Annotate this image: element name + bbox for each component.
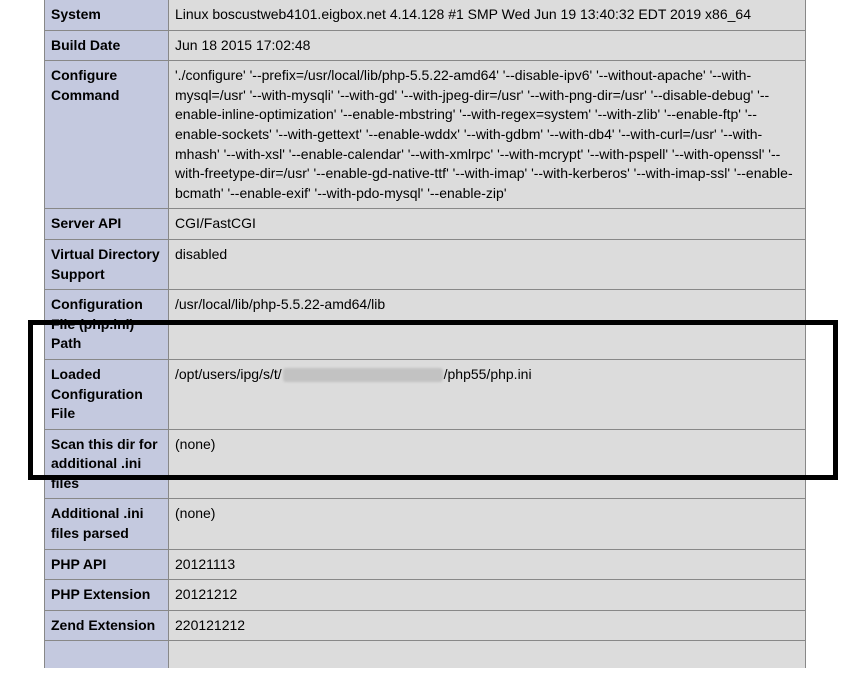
table-row: PHP API 20121113 — [45, 549, 806, 580]
value-php-api: 20121113 — [169, 549, 806, 580]
label-cutoff — [45, 641, 169, 668]
table-row: Scan this dir for additional .ini files … — [45, 429, 806, 499]
value-server-api: CGI/FastCGI — [169, 209, 806, 240]
table-row: Build Date Jun 18 2015 17:02:48 — [45, 30, 806, 61]
value-zend-extension: 220121212 — [169, 610, 806, 641]
label-loaded-config-file: Loaded Configuration File — [45, 359, 169, 429]
table-row: System Linux boscustweb4101.eigbox.net 4… — [45, 0, 806, 30]
label-additional-ini: Additional .ini files parsed — [45, 499, 169, 549]
value-virtual-directory-support: disabled — [169, 239, 806, 289]
label-system: System — [45, 0, 169, 30]
label-server-api: Server API — [45, 209, 169, 240]
value-build-date: Jun 18 2015 17:02:48 — [169, 30, 806, 61]
value-config-file-path: /usr/local/lib/php-5.5.22-amd64/lib — [169, 290, 806, 360]
label-virtual-directory-support: Virtual Directory Support — [45, 239, 169, 289]
phpinfo-table-container: System Linux boscustweb4101.eigbox.net 4… — [0, 0, 850, 668]
label-scan-dir: Scan this dir for additional .ini files — [45, 429, 169, 499]
table-row: Loaded Configuration File /opt/users/ipg… — [45, 359, 806, 429]
table-row: Additional .ini files parsed (none) — [45, 499, 806, 549]
loaded-config-prefix: /opt/users/ipg/s/t/ — [175, 366, 282, 382]
table-row: Configure Command './configure' '--prefi… — [45, 61, 806, 209]
value-loaded-config-file: /opt/users/ipg/s/t/ /php55/php.ini — [169, 359, 806, 429]
table-row: Zend Extension 220121212 — [45, 610, 806, 641]
table-row: PHP Extension 20121212 — [45, 580, 806, 611]
table-row: Configuration File (php.ini) Path /usr/l… — [45, 290, 806, 360]
table-row: Server API CGI/FastCGI — [45, 209, 806, 240]
value-system: Linux boscustweb4101.eigbox.net 4.14.128… — [169, 0, 806, 30]
label-zend-extension: Zend Extension — [45, 610, 169, 641]
label-php-extension: PHP Extension — [45, 580, 169, 611]
label-php-api: PHP API — [45, 549, 169, 580]
label-configure-command: Configure Command — [45, 61, 169, 209]
value-php-extension: 20121212 — [169, 580, 806, 611]
value-configure-command: './configure' '--prefix=/usr/local/lib/p… — [169, 61, 806, 209]
label-build-date: Build Date — [45, 30, 169, 61]
phpinfo-table: System Linux boscustweb4101.eigbox.net 4… — [44, 0, 806, 668]
redacted-path-segment — [283, 368, 443, 382]
value-cutoff — [169, 641, 806, 668]
loaded-config-suffix: /php55/php.ini — [444, 366, 532, 382]
table-row: Virtual Directory Support disabled — [45, 239, 806, 289]
value-additional-ini: (none) — [169, 499, 806, 549]
value-scan-dir: (none) — [169, 429, 806, 499]
label-config-file-path: Configuration File (php.ini) Path — [45, 290, 169, 360]
table-row — [45, 641, 806, 668]
